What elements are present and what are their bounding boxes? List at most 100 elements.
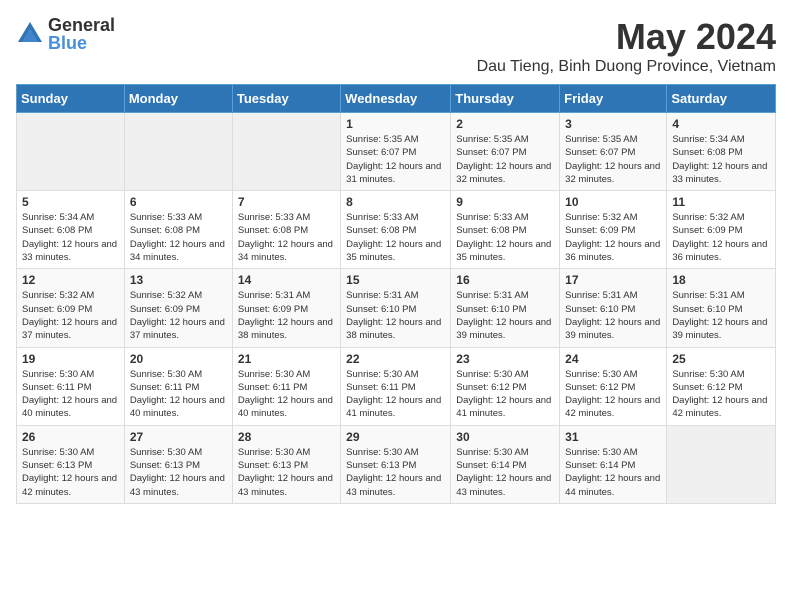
day-info: Sunrise: 5:31 AM Sunset: 6:10 PM Dayligh… (346, 289, 445, 342)
table-row: 4 Sunrise: 5:34 AM Sunset: 6:08 PM Daylig… (667, 113, 776, 191)
day-number: 3 (565, 117, 661, 131)
header-thursday: Thursday (451, 85, 560, 113)
day-number: 26 (22, 430, 119, 444)
header-saturday: Saturday (667, 85, 776, 113)
table-row: 1 Sunrise: 5:35 AM Sunset: 6:07 PM Daylig… (341, 113, 451, 191)
day-info: Sunrise: 5:30 AM Sunset: 6:12 PM Dayligh… (565, 368, 661, 421)
table-row: 2 Sunrise: 5:35 AM Sunset: 6:07 PM Daylig… (451, 113, 560, 191)
table-row: 17 Sunrise: 5:31 AM Sunset: 6:10 PM Dayli… (560, 269, 667, 347)
month-year-title: May 2024 (477, 16, 776, 58)
table-row: 10Sunrise: 5:32 AM Sunset: 6:09 PM Dayli… (560, 191, 667, 269)
table-row: 3 Sunrise: 5:35 AM Sunset: 6:07 PM Daylig… (560, 113, 667, 191)
week-row-4: 19 Sunrise: 5:30 AM Sunset: 6:11 PM Dayli… (17, 347, 776, 425)
table-row (232, 113, 340, 191)
day-number: 20 (130, 352, 227, 366)
day-info: Sunrise: 5:32 AM Sunset: 6:09 PM Dayligh… (672, 211, 770, 264)
day-number: 14 (238, 273, 335, 287)
table-row: 18Sunrise: 5:31 AM Sunset: 6:10 PM Dayli… (667, 269, 776, 347)
day-number: 2 (456, 117, 554, 131)
table-row: 12Sunrise: 5:32 AM Sunset: 6:09 PM Dayli… (17, 269, 125, 347)
table-row: 20 Sunrise: 5:30 AM Sunset: 6:11 PM Dayli… (124, 347, 232, 425)
table-row (124, 113, 232, 191)
table-row: 8Sunrise: 5:33 AM Sunset: 6:08 PM Daylig… (341, 191, 451, 269)
table-row: 25 Sunrise: 5:30 AM Sunset: 6:12 PM Dayli… (667, 347, 776, 425)
day-number: 22 (346, 352, 445, 366)
day-number: 18 (672, 273, 770, 287)
day-info: Sunrise: 5:35 AM Sunset: 6:07 PM Dayligh… (456, 133, 554, 186)
table-row: 9Sunrise: 5:33 AM Sunset: 6:08 PM Daylig… (451, 191, 560, 269)
table-row: 29 Sunrise: 5:30 AM Sunset: 6:13 PM Dayli… (341, 425, 451, 503)
table-row: 16 Sunrise: 5:31 AM Sunset: 6:10 PM Dayli… (451, 269, 560, 347)
day-number: 28 (238, 430, 335, 444)
day-info: Sunrise: 5:32 AM Sunset: 6:09 PM Dayligh… (130, 289, 227, 342)
day-number: 30 (456, 430, 554, 444)
day-number: 16 (456, 273, 554, 287)
logo-text: General Blue (48, 16, 115, 52)
day-info: Sunrise: 5:34 AM Sunset: 6:08 PM Dayligh… (22, 211, 119, 264)
header-monday: Monday (124, 85, 232, 113)
table-row: 7 Sunrise: 5:33 AM Sunset: 6:08 PM Daylig… (232, 191, 340, 269)
table-row (667, 425, 776, 503)
table-row: 27 Sunrise: 5:30 AM Sunset: 6:13 PM Dayli… (124, 425, 232, 503)
day-number: 19 (22, 352, 119, 366)
title-section: May 2024 Dau Tieng, Binh Duong Province,… (477, 16, 776, 76)
day-number: 1 (346, 117, 445, 131)
day-info: Sunrise: 5:30 AM Sunset: 6:11 PM Dayligh… (22, 368, 119, 421)
day-number: 29 (346, 430, 445, 444)
week-row-3: 12 Sunrise: 5:32 AM Sunset: 6:09 PM Dayli… (17, 269, 776, 347)
day-number: 13 (130, 273, 227, 287)
day-number: 9 (456, 195, 554, 209)
day-info: Sunrise: 5:34 AM Sunset: 6:08 PM Dayligh… (672, 133, 770, 186)
calendar-body: 1 Sunrise: 5:35 AM Sunset: 6:07 PM Daylig… (17, 113, 776, 504)
day-info: Sunrise: 5:35 AM Sunset: 6:07 PM Dayligh… (346, 133, 445, 186)
calendar-table: SundayMondayTuesdayWednesdayThursdayFrid… (16, 84, 776, 504)
week-row-5: 26 Sunrise: 5:30 AM Sunset: 6:13 PM Dayli… (17, 425, 776, 503)
day-number: 12 (22, 273, 119, 287)
day-info: Sunrise: 5:35 AM Sunset: 6:07 PM Dayligh… (565, 133, 661, 186)
table-row: 5 Sunrise: 5:34 AM Sunset: 6:08 PM Daylig… (17, 191, 125, 269)
day-info: Sunrise: 5:30 AM Sunset: 6:12 PM Dayligh… (672, 368, 770, 421)
day-number: 4 (672, 117, 770, 131)
table-row: 31Sunrise: 5:30 AM Sunset: 6:14 PM Dayli… (560, 425, 667, 503)
day-number: 27 (130, 430, 227, 444)
day-number: 6 (130, 195, 227, 209)
day-number: 21 (238, 352, 335, 366)
table-row (17, 113, 125, 191)
day-info: Sunrise: 5:30 AM Sunset: 6:11 PM Dayligh… (238, 368, 335, 421)
day-info: Sunrise: 5:30 AM Sunset: 6:11 PM Dayligh… (346, 368, 445, 421)
header-wednesday: Wednesday (341, 85, 451, 113)
table-row: 24 Sunrise: 5:30 AM Sunset: 6:12 PM Dayli… (560, 347, 667, 425)
day-info: Sunrise: 5:32 AM Sunset: 6:09 PM Dayligh… (565, 211, 661, 264)
page-header: General Blue May 2024 Dau Tieng, Binh Du… (16, 16, 776, 76)
day-info: Sunrise: 5:30 AM Sunset: 6:14 PM Dayligh… (456, 446, 554, 499)
day-info: Sunrise: 5:31 AM Sunset: 6:10 PM Dayligh… (456, 289, 554, 342)
table-row: 21 Sunrise: 5:30 AM Sunset: 6:11 PM Dayli… (232, 347, 340, 425)
day-info: Sunrise: 5:33 AM Sunset: 6:08 PM Dayligh… (238, 211, 335, 264)
logo-general: General (48, 16, 115, 34)
table-row: 14 Sunrise: 5:31 AM Sunset: 6:09 PM Dayli… (232, 269, 340, 347)
day-number: 7 (238, 195, 335, 209)
header-sunday: Sunday (17, 85, 125, 113)
day-info: Sunrise: 5:31 AM Sunset: 6:09 PM Dayligh… (238, 289, 335, 342)
day-number: 5 (22, 195, 119, 209)
day-info: Sunrise: 5:30 AM Sunset: 6:12 PM Dayligh… (456, 368, 554, 421)
day-info: Sunrise: 5:30 AM Sunset: 6:14 PM Dayligh… (565, 446, 661, 499)
location-subtitle: Dau Tieng, Binh Duong Province, Vietnam (477, 58, 776, 76)
day-info: Sunrise: 5:30 AM Sunset: 6:13 PM Dayligh… (346, 446, 445, 499)
table-row: 30 Sunrise: 5:30 AM Sunset: 6:14 PM Dayli… (451, 425, 560, 503)
day-number: 25 (672, 352, 770, 366)
week-row-1: 1 Sunrise: 5:35 AM Sunset: 6:07 PM Daylig… (17, 113, 776, 191)
day-headers-row: SundayMondayTuesdayWednesdayThursdayFrid… (17, 85, 776, 113)
table-row: 11Sunrise: 5:32 AM Sunset: 6:09 PM Dayli… (667, 191, 776, 269)
table-row: 23Sunrise: 5:30 AM Sunset: 6:12 PM Dayli… (451, 347, 560, 425)
logo: General Blue (16, 16, 115, 52)
header-friday: Friday (560, 85, 667, 113)
day-info: Sunrise: 5:30 AM Sunset: 6:13 PM Dayligh… (130, 446, 227, 499)
day-info: Sunrise: 5:33 AM Sunset: 6:08 PM Dayligh… (346, 211, 445, 264)
day-number: 17 (565, 273, 661, 287)
day-info: Sunrise: 5:31 AM Sunset: 6:10 PM Dayligh… (565, 289, 661, 342)
logo-blue: Blue (48, 34, 115, 52)
day-info: Sunrise: 5:30 AM Sunset: 6:11 PM Dayligh… (130, 368, 227, 421)
day-number: 24 (565, 352, 661, 366)
logo-icon (16, 20, 44, 48)
